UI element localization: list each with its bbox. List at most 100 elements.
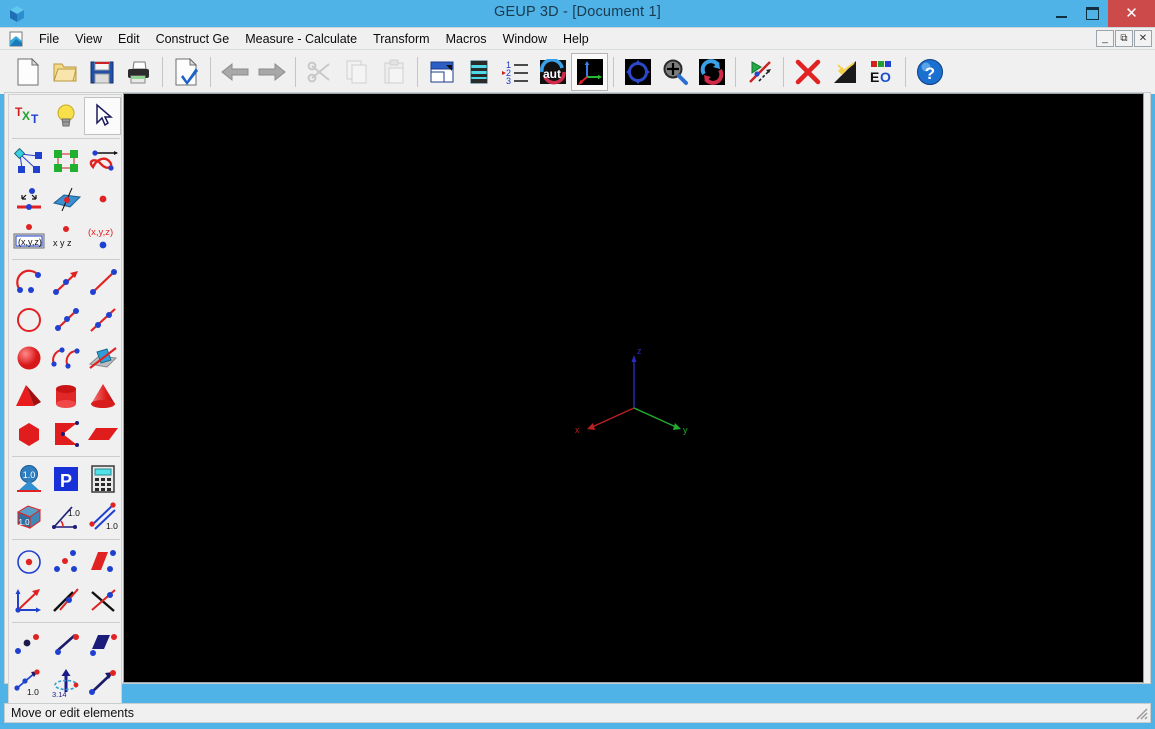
toolbar-separator: [162, 57, 163, 87]
floppy-disk-icon: [90, 61, 113, 84]
tool-perpendicular[interactable]: [84, 581, 121, 619]
tool-coordinates-xyz[interactable]: x y z: [47, 218, 84, 256]
tool-grid-points[interactable]: [47, 142, 84, 180]
minimize-button[interactable]: [1046, 0, 1077, 27]
tool-arc[interactable]: [10, 263, 47, 301]
animation-film-button[interactable]: [460, 53, 497, 91]
tool-point-by-coordinates[interactable]: (x,y,z): [84, 218, 121, 256]
menu-view[interactable]: View: [67, 30, 110, 48]
tool-polyhedron[interactable]: [10, 415, 47, 453]
paste-button[interactable]: [375, 53, 412, 91]
tool-point[interactable]: [84, 180, 121, 218]
tool-point-on-plane[interactable]: [47, 180, 84, 218]
tool-sphere[interactable]: [10, 339, 47, 377]
svg-text:O: O: [880, 69, 891, 85]
tool-calculator[interactable]: [84, 460, 121, 498]
sequence-button[interactable]: 1 2 3: [497, 53, 534, 91]
print-button[interactable]: [120, 53, 157, 91]
tool-angle[interactable]: 1.0: [47, 498, 84, 536]
menu-measure-calculate[interactable]: Measure - Calculate: [237, 30, 365, 48]
copy-button[interactable]: [338, 53, 375, 91]
menu-transform[interactable]: Transform: [365, 30, 438, 48]
mdi-close-button[interactable]: ✕: [1134, 30, 1152, 47]
tool-translation[interactable]: [84, 664, 121, 702]
tool-segment[interactable]: [84, 263, 121, 301]
tool-concave-polygon[interactable]: [47, 415, 84, 453]
tool-graph-node[interactable]: [10, 142, 47, 180]
tool-perimeter[interactable]: P: [47, 460, 84, 498]
menu-construct[interactable]: Construct Ge: [148, 30, 238, 48]
menu-window[interactable]: Window: [495, 30, 555, 48]
tool-select[interactable]: [84, 97, 121, 135]
tool-measure-area[interactable]: 1.0: [10, 460, 47, 498]
document-properties-button[interactable]: [168, 53, 205, 91]
crossing-lines-icon: [90, 589, 116, 612]
tool-cone[interactable]: [84, 377, 121, 415]
tool-parallel[interactable]: [47, 581, 84, 619]
tool-plane-symmetry[interactable]: [84, 626, 121, 664]
cut-button[interactable]: [301, 53, 338, 91]
tool-plane-line-intersection[interactable]: [84, 339, 121, 377]
tool-cylinder[interactable]: [47, 377, 84, 415]
view-window-button[interactable]: [423, 53, 460, 91]
redo-button[interactable]: [253, 53, 290, 91]
tool-vector[interactable]: [10, 581, 47, 619]
tool-ray[interactable]: [47, 263, 84, 301]
svg-text:x y z: x y z: [53, 238, 72, 248]
trace-button[interactable]: [741, 53, 778, 91]
translation-vector-icon: [88, 670, 116, 695]
mdi-minimize-button[interactable]: _: [1096, 30, 1114, 47]
area-measure-icon: 1.0: [16, 465, 41, 492]
tool-dilation[interactable]: 1.0: [10, 664, 47, 702]
tool-line[interactable]: [84, 301, 121, 339]
menu-macros[interactable]: Macros: [438, 30, 495, 48]
tool-point-on-line[interactable]: [10, 180, 47, 218]
tool-segment-bar[interactable]: [84, 543, 121, 581]
lighting-button[interactable]: [826, 53, 863, 91]
pan-view-button[interactable]: [619, 53, 656, 91]
tool-pyramid[interactable]: [10, 377, 47, 415]
distance-measure-icon: 1.0: [88, 502, 118, 531]
tool-circle-center[interactable]: [10, 543, 47, 581]
tool-line-symmetry[interactable]: [47, 626, 84, 664]
save-button[interactable]: [83, 53, 120, 91]
help-button[interactable]: ?: [911, 53, 948, 91]
svg-text:1.0: 1.0: [18, 518, 30, 527]
p-square-icon: P: [53, 467, 78, 491]
svg-text:1.0: 1.0: [68, 508, 80, 518]
sphere-icon: [17, 346, 40, 370]
tool-midpoint[interactable]: [47, 543, 84, 581]
tool-volume[interactable]: 1.0: [10, 498, 47, 536]
new-document-button[interactable]: [9, 53, 46, 91]
tool-parallelogram[interactable]: [84, 415, 121, 453]
tool-arcs-pair[interactable]: [47, 339, 84, 377]
rotate-view-button[interactable]: [693, 53, 730, 91]
palette-separator: [12, 259, 120, 260]
auto-button[interactable]: aut: [534, 53, 571, 91]
tool-text[interactable]: T X T: [10, 97, 47, 135]
menu-file[interactable]: File: [31, 30, 67, 48]
undo-button[interactable]: [216, 53, 253, 91]
tool-point-symmetry[interactable]: [10, 626, 47, 664]
menu-edit[interactable]: Edit: [110, 30, 148, 48]
show-axes-button[interactable]: [571, 53, 608, 91]
tool-locus[interactable]: [84, 142, 121, 180]
mdi-restore-button[interactable]: ⧉: [1115, 30, 1133, 47]
document-check-icon: [175, 58, 198, 86]
tool-coordinates-box[interactable]: (x,y,z): [10, 218, 47, 256]
tool-distance[interactable]: 1.0: [84, 498, 121, 536]
3d-canvas[interactable]: z x y: [123, 93, 1144, 683]
tool-rotation[interactable]: 3.14: [47, 664, 84, 702]
open-button[interactable]: [46, 53, 83, 91]
maximize-button[interactable]: [1077, 0, 1108, 27]
tool-segment-points[interactable]: [47, 301, 84, 339]
arc-icon: [15, 269, 41, 293]
resize-grip-icon[interactable]: [1133, 705, 1149, 721]
tool-circle[interactable]: [10, 301, 47, 339]
delete-button[interactable]: [789, 53, 826, 91]
menu-help[interactable]: Help: [555, 30, 597, 48]
close-button[interactable]: ✕: [1108, 0, 1155, 27]
tool-hint[interactable]: [47, 97, 84, 135]
color-eo-button[interactable]: E O: [863, 53, 900, 91]
zoom-button[interactable]: [656, 53, 693, 91]
